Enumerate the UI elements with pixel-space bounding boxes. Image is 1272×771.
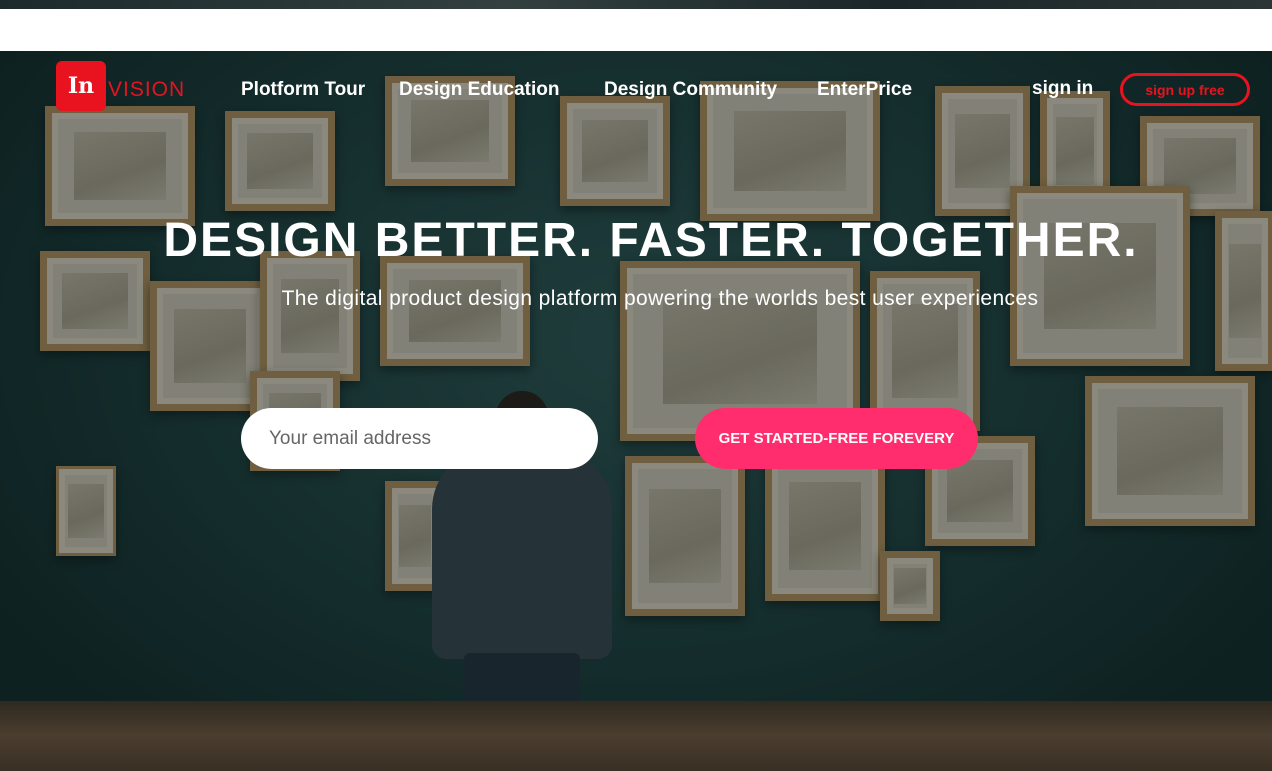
top-edge-strip bbox=[0, 0, 1272, 9]
hero-subheadline: The digital product design platform powe… bbox=[281, 287, 1039, 310]
sign-up-label: sign up free bbox=[1145, 81, 1225, 98]
dark-overlay bbox=[0, 51, 1272, 771]
nav-item-platform-tour[interactable]: Plotform Tour bbox=[241, 79, 365, 101]
hero-headline: DESIGN BETTER. FASTER. TOGETHER. bbox=[163, 214, 1139, 267]
top-white-bar bbox=[0, 9, 1272, 51]
nav-item-design-community[interactable]: Design Community bbox=[604, 79, 777, 101]
get-started-button[interactable]: GET STARTED-FREE FOREVERY bbox=[695, 408, 978, 469]
sign-in-link[interactable]: sign in bbox=[1032, 78, 1093, 100]
sign-up-button[interactable]: sign up free bbox=[1120, 73, 1250, 106]
hero-section: In VISION Plotform Tour Design Education… bbox=[0, 51, 1272, 771]
get-started-label: GET STARTED-FREE FOREVERY bbox=[718, 430, 955, 447]
logo-icon[interactable]: In bbox=[56, 61, 106, 111]
logo-wordmark[interactable]: VISION bbox=[108, 78, 185, 102]
logo-mark: In bbox=[67, 73, 95, 99]
email-input[interactable] bbox=[241, 408, 598, 469]
nav-item-design-education[interactable]: Design Education bbox=[399, 79, 559, 101]
nav-item-enterprise[interactable]: EnterPrice bbox=[817, 79, 912, 101]
